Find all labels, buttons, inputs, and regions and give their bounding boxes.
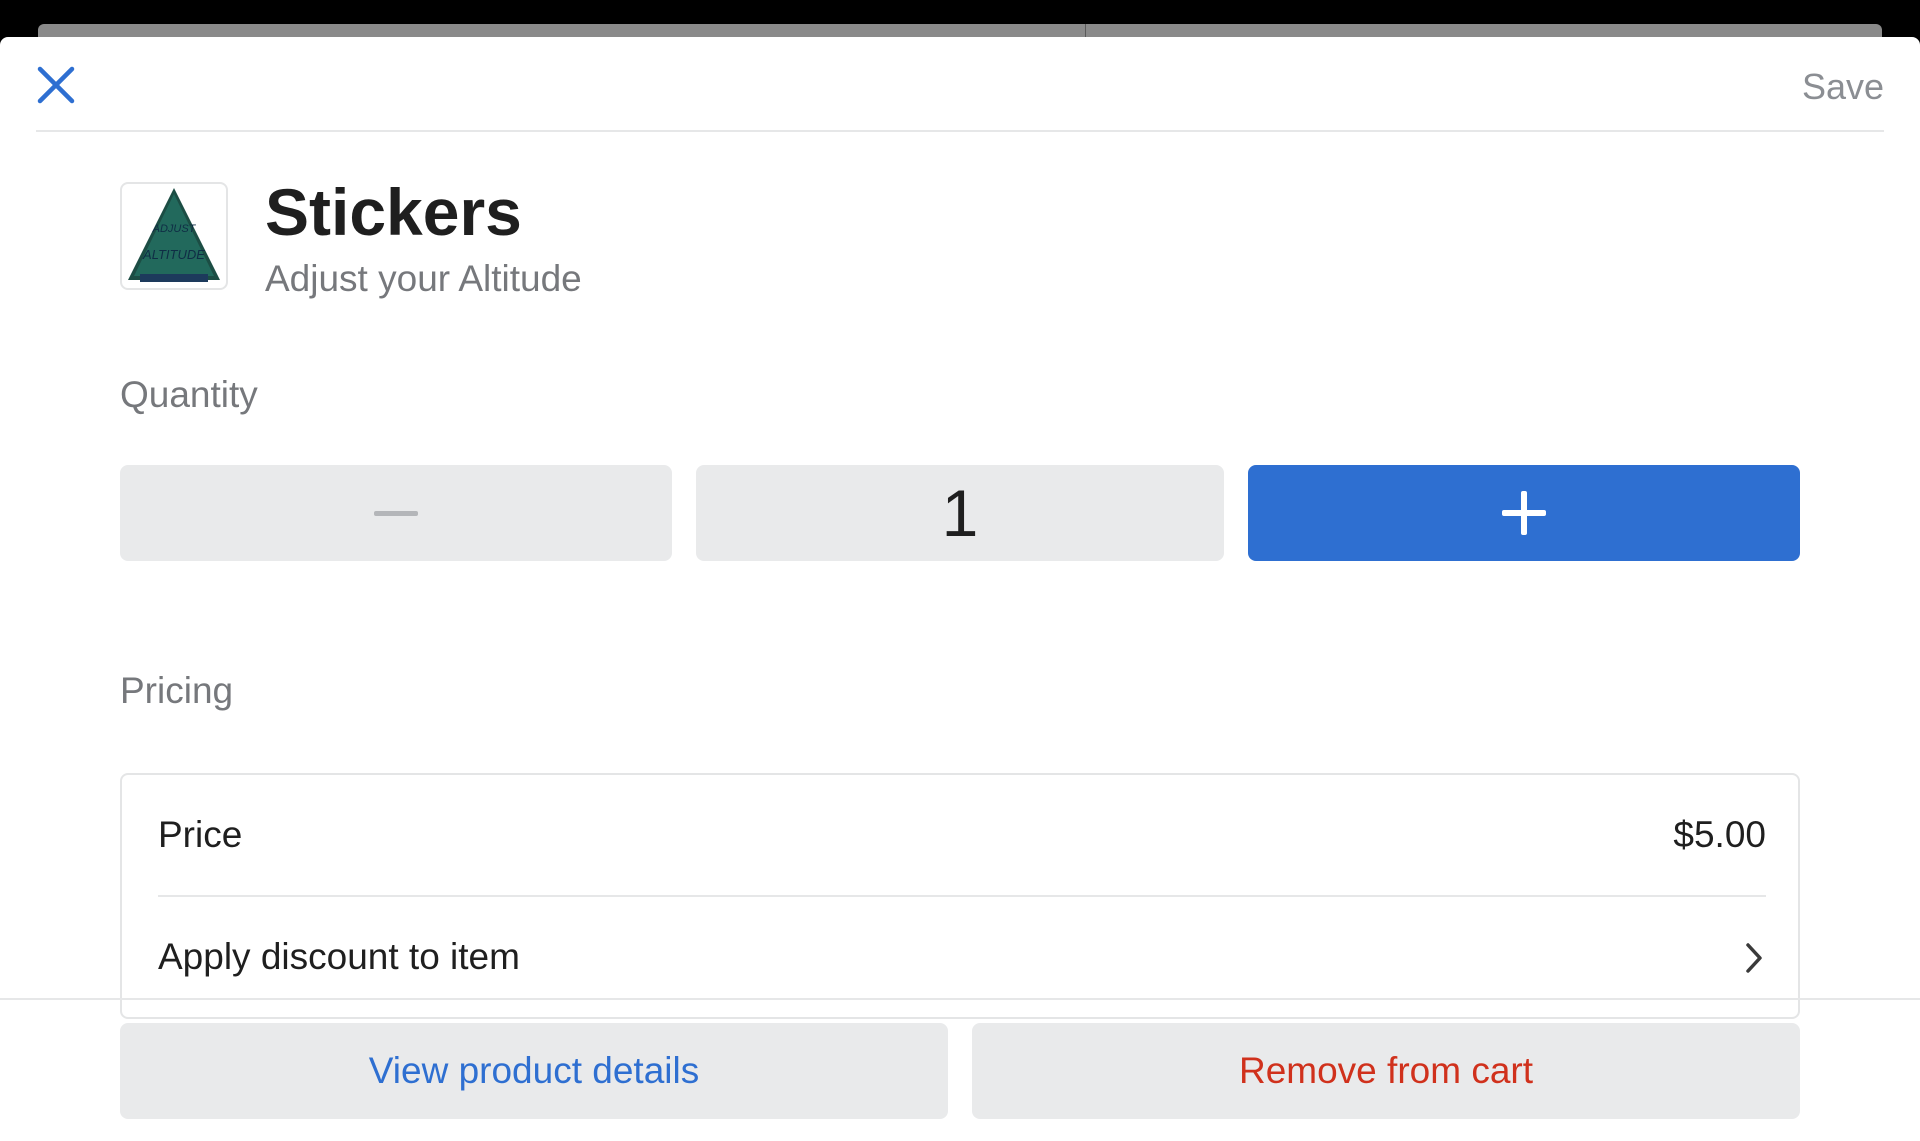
apply-discount-label: Apply discount to item (158, 936, 520, 977)
quantity-stepper: 1 (120, 465, 1800, 561)
product-variant: Adjust your Altitude (265, 258, 582, 299)
background-window-bar (0, 0, 1920, 44)
minus-icon (374, 511, 418, 516)
svg-text:ALTITUDE: ALTITUDE (142, 247, 205, 262)
close-icon (37, 66, 75, 104)
increment-button[interactable] (1248, 465, 1800, 561)
edit-item-sheet: Save ADJUST ALTITUDE Stickers Adjust you… (0, 37, 1920, 1141)
price-row: Price $5.00 (158, 775, 1766, 895)
view-product-details-button[interactable]: View product details (120, 1023, 948, 1119)
remove-from-cart-button[interactable]: Remove from cart (972, 1023, 1800, 1119)
price-label: Price (158, 814, 243, 855)
pricing-card: Price $5.00 Apply discount to item (120, 773, 1800, 1019)
footer-divider (0, 998, 1920, 1000)
sheet-header: Save (36, 37, 1884, 132)
product-thumbnail: ADJUST ALTITUDE (120, 182, 228, 290)
decrement-button[interactable] (120, 465, 672, 561)
product-thumbnail-image: ADJUST ALTITUDE (128, 188, 220, 282)
svg-text:ADJUST: ADJUST (152, 223, 197, 235)
quantity-label: Quantity (120, 374, 258, 415)
product-title: Stickers (265, 175, 522, 249)
save-button[interactable]: Save (1802, 65, 1884, 109)
price-value: $5.00 (1673, 814, 1766, 855)
close-button[interactable] (36, 65, 76, 105)
quantity-value[interactable]: 1 (696, 465, 1224, 561)
pricing-label: Pricing (120, 670, 234, 711)
chevron-right-icon (1746, 943, 1762, 973)
plus-icon-vertical (1521, 491, 1527, 535)
